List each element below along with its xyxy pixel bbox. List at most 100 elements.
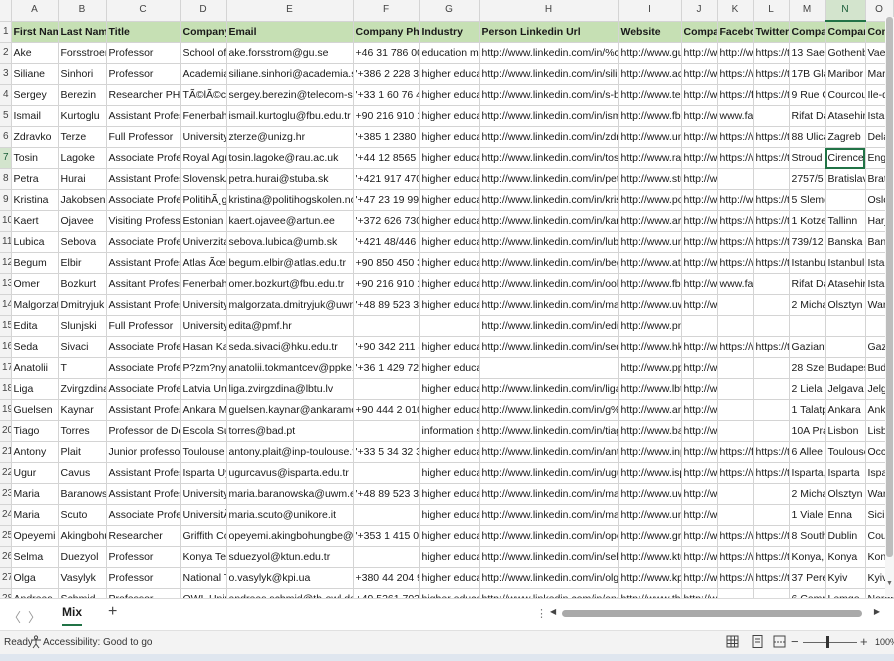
cell[interactable]: Latvia Univer [180, 378, 227, 400]
row-number[interactable]: 6 [0, 126, 12, 148]
cell[interactable] [353, 378, 420, 400]
cell[interactable]: Selma [11, 546, 59, 568]
cell[interactable]: higher education [419, 84, 480, 106]
cell[interactable]: '+44 12 8565 2531 [353, 147, 420, 169]
cell[interactable]: higher education [419, 252, 480, 274]
column-title-cell[interactable]: First Name [11, 21, 59, 43]
cell[interactable]: http://www.linkedin.com/in/antony-pla [479, 441, 619, 463]
cell[interactable]: http://www.fbu.e [618, 273, 682, 295]
cell[interactable]: Bozkurt [58, 273, 107, 295]
cell[interactable]: Atasehir [825, 105, 866, 127]
cell[interactable]: ugurcavus@isparta.edu.tr [226, 462, 354, 484]
row-number[interactable]: 17 [0, 357, 12, 379]
page-layout-view-icon[interactable] [750, 634, 765, 649]
cell[interactable]: '+47 23 19 99 00 [353, 189, 420, 211]
cell[interactable]: 1 Talatpas [789, 399, 826, 421]
cell[interactable]: Isparta Uygul [180, 462, 227, 484]
cell[interactable]: Liga [11, 378, 59, 400]
cell[interactable]: Forsstroem [58, 42, 107, 64]
column-header-g[interactable]: G [419, 0, 480, 22]
cell[interactable]: Royal Agricul [180, 147, 227, 169]
cell[interactable]: http://www.linkedin.com/schoo [681, 504, 718, 526]
zoom-in-button[interactable]: + [860, 634, 868, 649]
row-number[interactable]: 13 [0, 273, 12, 295]
cell[interactable]: Istanbul [825, 252, 866, 274]
cell[interactable] [753, 315, 790, 337]
column-header-i[interactable]: I [618, 0, 682, 22]
cell[interactable]: Kyiv [825, 567, 866, 589]
row-number[interactable]: 27 [0, 567, 12, 589]
cell[interactable]: anatolii.tokmantcev@ppke.hu [226, 357, 354, 379]
cell[interactable]: Omer [11, 273, 59, 295]
cell[interactable]: Full Professor [106, 126, 181, 148]
cell[interactable]: opeyemi.akingbohungbe@griffith.ie [226, 525, 354, 547]
cell[interactable]: Lubica [11, 231, 59, 253]
cell[interactable]: http://www.linkedin.com/schoo [681, 357, 718, 379]
cell[interactable]: higher education [419, 567, 480, 589]
cell[interactable]: Maribor [825, 63, 866, 85]
cell[interactable]: https://ww [717, 567, 754, 589]
cell[interactable]: http://ww [681, 189, 718, 211]
cell[interactable]: Gaziantep, Turkey [789, 336, 826, 358]
cell[interactable]: SlovenskÃ¡ te [180, 168, 227, 190]
cell[interactable] [753, 168, 790, 190]
row-number[interactable]: 4 [0, 84, 12, 106]
cell[interactable]: http://www.linkedin.com/comp [681, 420, 718, 442]
cell[interactable]: Plait [58, 441, 107, 463]
cell[interactable]: Edita [11, 315, 59, 337]
cell[interactable]: higher education [419, 525, 480, 547]
cell[interactable]: '+353 1 415 0400 [353, 525, 420, 547]
cell[interactable]: http://ww [681, 105, 718, 127]
cell[interactable]: http://www.politi [618, 189, 682, 211]
cell[interactable]: +90 216 910 1907 [353, 273, 420, 295]
cell[interactable]: Siliane [11, 63, 59, 85]
cell[interactable]: Maria [11, 504, 59, 526]
cell[interactable]: Kristina [11, 189, 59, 211]
cell[interactable]: malgorzata.dmitryjuk@uwm.edu.pl [226, 294, 354, 316]
cell[interactable]: Konya, Kon [789, 546, 826, 568]
cell[interactable]: Olsztyn [825, 483, 866, 505]
cell[interactable]: Olsztyn [825, 294, 866, 316]
cell[interactable]: http://www.linkedin.com/in/liga-zvirgzd [479, 378, 619, 400]
cell[interactable] [825, 315, 866, 337]
cell[interactable]: http://www.lbtu.l [618, 378, 682, 400]
cell[interactable]: Seda [11, 336, 59, 358]
cell[interactable]: Escola Superi [180, 420, 227, 442]
cell[interactable] [717, 294, 754, 316]
cell[interactable]: http://www.linkedin.com/in/g%c3%bcl% [479, 399, 619, 421]
cell[interactable]: kristina@politihogskolen.no [226, 189, 354, 211]
cell[interactable]: higher education [419, 168, 480, 190]
cell[interactable]: Sebova [58, 231, 107, 253]
cell[interactable]: http://www.ktun. [618, 546, 682, 568]
cell[interactable]: http://www.linkedin.com/in/opeyemi-a [479, 525, 619, 547]
cell[interactable]: higher education [419, 546, 480, 568]
cell[interactable]: https://ww [717, 525, 754, 547]
page-break-view-icon[interactable] [772, 634, 787, 649]
cell[interactable]: University of [180, 126, 227, 148]
cell[interactable]: '+33 5 34 32 30 00 [353, 441, 420, 463]
cell[interactable]: http://www.griffit [618, 525, 682, 547]
cell[interactable]: Berezin [58, 84, 107, 106]
cell[interactable]: https://tw [753, 546, 790, 568]
row-number[interactable]: 10 [0, 210, 12, 232]
cell[interactable]: Cirencester [825, 147, 866, 169]
cell[interactable]: 9 Rue Char [789, 84, 826, 106]
cell[interactable]: '+33 1 60 76 40 40 [353, 84, 420, 106]
cell[interactable]: 2 Michala [789, 483, 826, 505]
column-header-e[interactable]: E [226, 0, 354, 22]
cell[interactable]: Fenerbah??e [180, 273, 227, 295]
row-number[interactable]: 16 [0, 336, 12, 358]
horizontal-scroll-thumb[interactable] [562, 610, 862, 617]
column-header-d[interactable]: D [180, 0, 227, 22]
cell[interactable]: maria.scuto@unikore.it [226, 504, 354, 526]
cell[interactable] [753, 483, 790, 505]
add-sheet-button[interactable]: + [108, 603, 117, 621]
row-number[interactable]: 15 [0, 315, 12, 337]
worksheet-table[interactable]: ABCDEFGHIJKLMNO1First NameLast NameTitle… [0, 0, 894, 610]
cell[interactable]: https://ww [717, 231, 754, 253]
cell[interactable]: '+372 626 7301 [353, 210, 420, 232]
cell[interactable]: Tosin [11, 147, 59, 169]
row-number[interactable]: 18 [0, 378, 12, 400]
cell[interactable]: Junior professor chai [106, 441, 181, 463]
cell[interactable]: Atasehir [825, 273, 866, 295]
